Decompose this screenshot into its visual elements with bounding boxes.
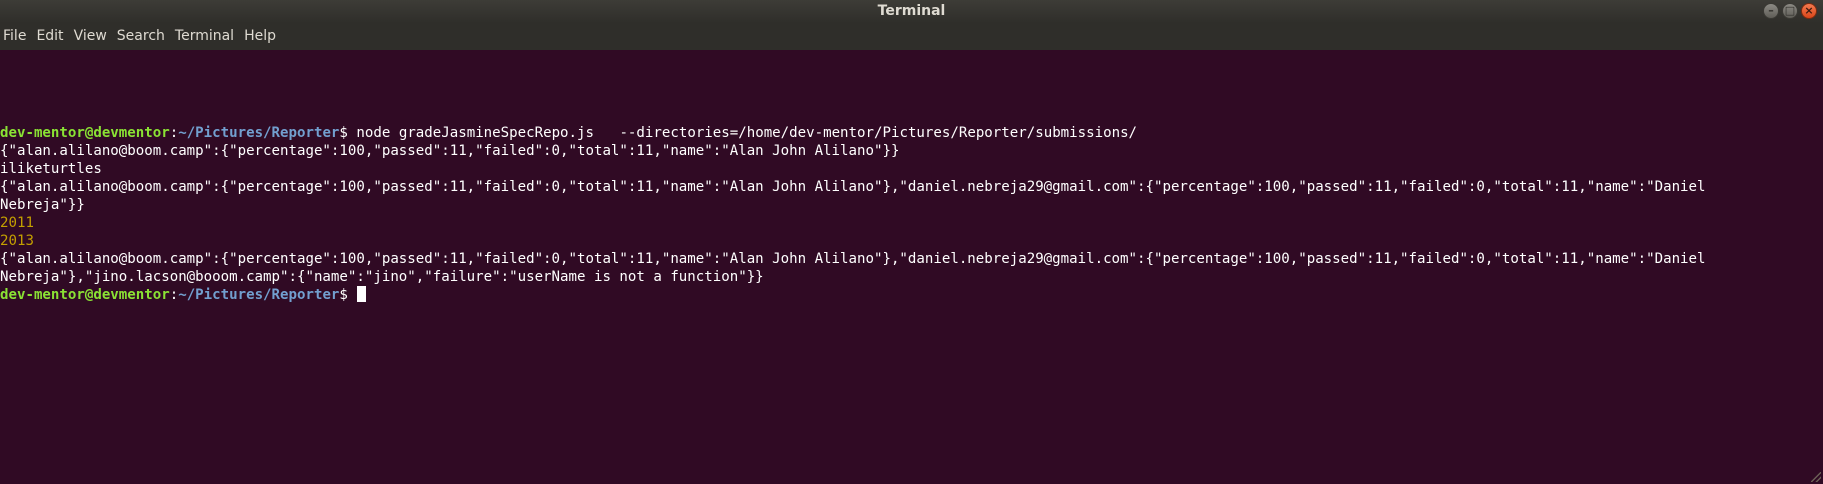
output-line: {"alan.alilano@boom.camp":{"percentage":…: [0, 143, 900, 159]
title-bar[interactable]: Terminal – □ ×: [0, 0, 1823, 23]
menu-edit[interactable]: Edit: [32, 23, 69, 50]
prompt-path: ~/Pictures/Reporter: [178, 287, 340, 303]
command-line: dev-mentor@devmentor:~/Pictures/Reporter…: [0, 124, 1810, 142]
menu-view[interactable]: View: [70, 23, 113, 50]
output-line: Nebreja"},"jino.lacson@booom.camp":{"nam…: [0, 269, 764, 285]
terminal-window: Terminal – □ × File Edit View Search Ter…: [0, 0, 1823, 484]
menu-help[interactable]: Help: [240, 23, 282, 50]
output-line-year: 2013: [0, 233, 34, 249]
output-line: Nebreja"}}: [0, 197, 85, 213]
resize-grip-icon[interactable]: [1811, 472, 1821, 482]
menu-bar: File Edit View Search Terminal Help: [0, 23, 1823, 50]
prompt-symbol: $: [339, 125, 348, 141]
output-line-year: 2011: [0, 215, 34, 231]
prompt-separator: :: [169, 287, 179, 303]
prompt-path: ~/Pictures/Reporter: [178, 125, 340, 141]
prompt-user-host: dev-mentor@devmentor: [0, 125, 170, 141]
output-line: iliketurtles: [0, 161, 102, 177]
text-cursor: [357, 286, 367, 302]
menu-file[interactable]: File: [0, 23, 32, 50]
window-title: Terminal: [877, 3, 946, 19]
active-prompt-line[interactable]: dev-mentor@devmentor:~/Pictures/Reporter…: [0, 286, 1810, 304]
menu-search[interactable]: Search: [113, 23, 171, 50]
close-icon[interactable]: ×: [1801, 3, 1817, 19]
terminal-output-area[interactable]: dev-mentor@devmentor:~/Pictures/Reporter…: [0, 50, 1810, 484]
window-controls: – □ ×: [1763, 3, 1817, 19]
command-text: node gradeJasmineSpecRepo.js --directori…: [347, 125, 1138, 141]
scrollbar[interactable]: [1810, 50, 1823, 484]
minimize-icon[interactable]: –: [1763, 3, 1779, 19]
prompt-separator: :: [169, 125, 179, 141]
prompt-user-host: dev-mentor@devmentor: [0, 287, 170, 303]
output-line: {"alan.alilano@boom.camp":{"percentage":…: [0, 251, 1706, 267]
maximize-icon[interactable]: □: [1782, 3, 1798, 19]
output-line: {"alan.alilano@boom.camp":{"percentage":…: [0, 179, 1706, 195]
menu-terminal[interactable]: Terminal: [171, 23, 240, 50]
prompt-symbol: $: [339, 287, 348, 303]
